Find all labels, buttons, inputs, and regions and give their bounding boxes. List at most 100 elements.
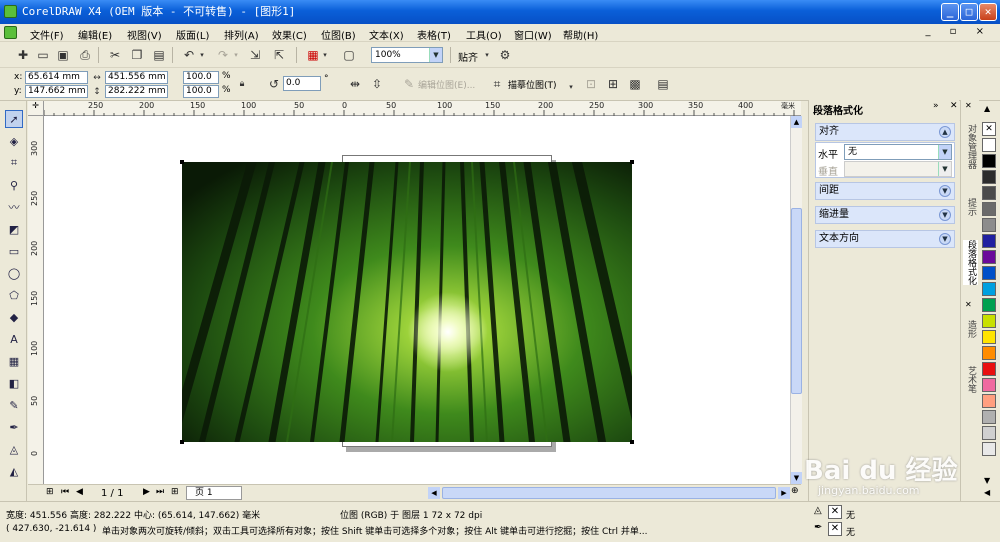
scroll-left-icon[interactable]: ◀ xyxy=(428,487,440,499)
paste-icon[interactable]: ▤ xyxy=(150,46,168,64)
crop-bitmap-icon[interactable]: ⊡ xyxy=(582,75,600,93)
docker-close-icon[interactable]: ✕ xyxy=(950,101,958,111)
vertical-align-select[interactable]: ▼ xyxy=(844,161,952,177)
eyedropper-tool-icon[interactable]: ✎ xyxy=(5,396,23,414)
color-swatch[interactable] xyxy=(982,218,996,232)
palette-scroll-down-icon[interactable]: ▼ xyxy=(984,476,990,485)
trace-bitmap-icon[interactable]: ⌗ xyxy=(490,75,504,93)
scale-y-field[interactable]: 100.0 xyxy=(183,85,219,98)
menu-view[interactable]: 视图(V) xyxy=(127,27,162,42)
document-icon[interactable] xyxy=(4,26,17,39)
polygon-tool-icon[interactable]: ⬠ xyxy=(5,286,23,304)
undo-dropdown-icon[interactable]: ▾ xyxy=(197,46,207,64)
selection-handle[interactable] xyxy=(180,160,184,164)
selection-handle[interactable] xyxy=(630,160,634,164)
snap-dropdown-icon[interactable]: ▾ xyxy=(482,46,492,64)
menu-window[interactable]: 窗口(W) xyxy=(514,27,552,42)
text-direction-section-header[interactable]: 文本方向 ▼ xyxy=(815,230,955,248)
document-window-controls[interactable]: _ ▫ × xyxy=(925,26,992,37)
color-swatch[interactable] xyxy=(982,442,996,456)
selection-handle[interactable] xyxy=(180,440,184,444)
close-button[interactable]: ✕ xyxy=(979,3,997,21)
indent-section-header[interactable]: 缩进量 ▼ xyxy=(815,206,955,224)
maximize-button[interactable]: □ xyxy=(960,3,978,21)
crop-tool-icon[interactable]: ⌗ xyxy=(5,154,23,172)
mirror-vertical-icon[interactable]: ⇳ xyxy=(368,75,386,93)
menu-effects[interactable]: 效果(C) xyxy=(272,27,307,42)
color-swatch[interactable] xyxy=(982,234,996,248)
redo-dropdown-icon[interactable]: ▾ xyxy=(231,46,241,64)
tab-shaping[interactable]: 造形 xyxy=(963,320,978,338)
color-swatch[interactable] xyxy=(982,170,996,184)
chevron-down-icon[interactable]: ▼ xyxy=(429,48,442,62)
launcher-dropdown-icon[interactable]: ▾ xyxy=(320,46,330,64)
color-swatch[interactable] xyxy=(982,410,996,424)
basic-shapes-tool-icon[interactable]: ◆ xyxy=(5,308,23,326)
palette-expand-icon[interactable]: ◀ xyxy=(984,488,990,497)
prev-page-icon[interactable]: ◀ xyxy=(76,487,83,497)
zoom-tool-icon[interactable]: ⚲ xyxy=(5,176,23,194)
save-icon[interactable]: ▣ xyxy=(54,46,72,64)
smart-fill-tool-icon[interactable]: ◩ xyxy=(5,220,23,238)
height-field[interactable]: 282.222 mm xyxy=(105,85,168,98)
menu-file[interactable]: 文件(F) xyxy=(30,27,64,42)
chevron-down-icon[interactable]: ▼ xyxy=(939,233,951,245)
bamboo-forest-bitmap[interactable] xyxy=(182,162,632,442)
scroll-down-icon[interactable]: ▼ xyxy=(791,472,802,484)
options-icon[interactable]: ⚙ xyxy=(496,46,514,64)
coreldraw-app-icon[interactable] xyxy=(4,5,17,18)
color-swatch[interactable] xyxy=(982,202,996,216)
fill-tool-icon[interactable]: ◬ xyxy=(5,440,23,458)
ellipse-tool-icon[interactable]: ◯ xyxy=(5,264,23,282)
interactive-blend-tool-icon[interactable]: ◧ xyxy=(5,374,23,392)
bitmap-color-mask-icon[interactable]: ▩ xyxy=(626,75,644,93)
scroll-right-icon[interactable]: ▶ xyxy=(778,487,790,499)
color-swatch[interactable] xyxy=(982,250,996,264)
welcome-screen-icon[interactable]: ▢ xyxy=(340,46,358,64)
color-swatch[interactable] xyxy=(982,186,996,200)
rotation-angle-field[interactable]: 0.0 xyxy=(283,76,321,91)
color-swatch[interactable] xyxy=(982,330,996,344)
export-icon[interactable]: ⇱ xyxy=(270,46,288,64)
mirror-horizontal-icon[interactable]: ⇹ xyxy=(346,75,364,93)
menu-help[interactable]: 帮助(H) xyxy=(563,27,598,42)
vertical-scrollbar[interactable]: ▲ ▼ xyxy=(790,116,802,484)
add-page-icon[interactable]: ⊞ xyxy=(171,487,179,497)
horizontal-ruler[interactable]: 250 200 150 100 50 0 50 100 150 200 250 … xyxy=(44,101,801,116)
import-icon[interactable]: ⇲ xyxy=(246,46,264,64)
next-page-icon[interactable]: ▶ xyxy=(143,487,150,497)
color-swatch[interactable] xyxy=(982,362,996,376)
chevron-down-icon[interactable]: ▼ xyxy=(939,209,951,221)
color-swatch[interactable] xyxy=(982,426,996,440)
close-icon[interactable]: ✕ xyxy=(965,101,972,110)
vertical-ruler[interactable]: 300 250 200 150 100 50 0 xyxy=(28,116,44,484)
trace-bitmap-button[interactable]: 描摹位图(T) xyxy=(508,78,557,91)
lock-ratio-icon[interactable]: 🔒︎ xyxy=(236,77,248,91)
color-swatch[interactable] xyxy=(982,394,996,408)
scroll-up-icon[interactable]: ▲ xyxy=(791,116,802,128)
pick-tool-icon[interactable]: ➚ xyxy=(5,110,23,128)
interactive-fill-tool-icon[interactable]: ◭ xyxy=(5,462,23,480)
menu-table[interactable]: 表格(T) xyxy=(417,27,451,42)
text-tool-icon[interactable]: A xyxy=(5,330,23,348)
rectangle-tool-icon[interactable]: ▭ xyxy=(5,242,23,260)
copy-icon[interactable]: ❐ xyxy=(128,46,146,64)
tab-artistic-media[interactable]: 艺术笔 xyxy=(963,366,978,393)
no-color-swatch[interactable]: ✕ xyxy=(982,122,996,136)
tab-paragraph-formatting[interactable]: 段落格式化 xyxy=(963,240,978,285)
color-swatch[interactable] xyxy=(982,346,996,360)
selection-handle[interactable] xyxy=(630,440,634,444)
color-swatch[interactable] xyxy=(982,282,996,296)
close-icon[interactable]: ✕ xyxy=(965,300,972,309)
color-swatch[interactable] xyxy=(982,378,996,392)
width-field[interactable]: 451.556 mm xyxy=(105,71,168,84)
spacing-section-header[interactable]: 间距 ▼ xyxy=(815,182,955,200)
fill-none-swatch[interactable]: ✕ xyxy=(828,505,842,519)
redo-icon[interactable]: ↷ xyxy=(214,46,232,64)
palette-scroll-up-icon[interactable]: ▲ xyxy=(984,104,990,113)
snap-to-menu[interactable]: 贴齐 xyxy=(458,49,478,64)
y-position-field[interactable]: 147.662 mm xyxy=(25,85,88,98)
page-tab[interactable]: 页 1 xyxy=(186,486,242,500)
menu-text[interactable]: 文本(X) xyxy=(369,27,404,42)
navigator-zoom-icon[interactable]: ⊕ xyxy=(791,486,799,496)
